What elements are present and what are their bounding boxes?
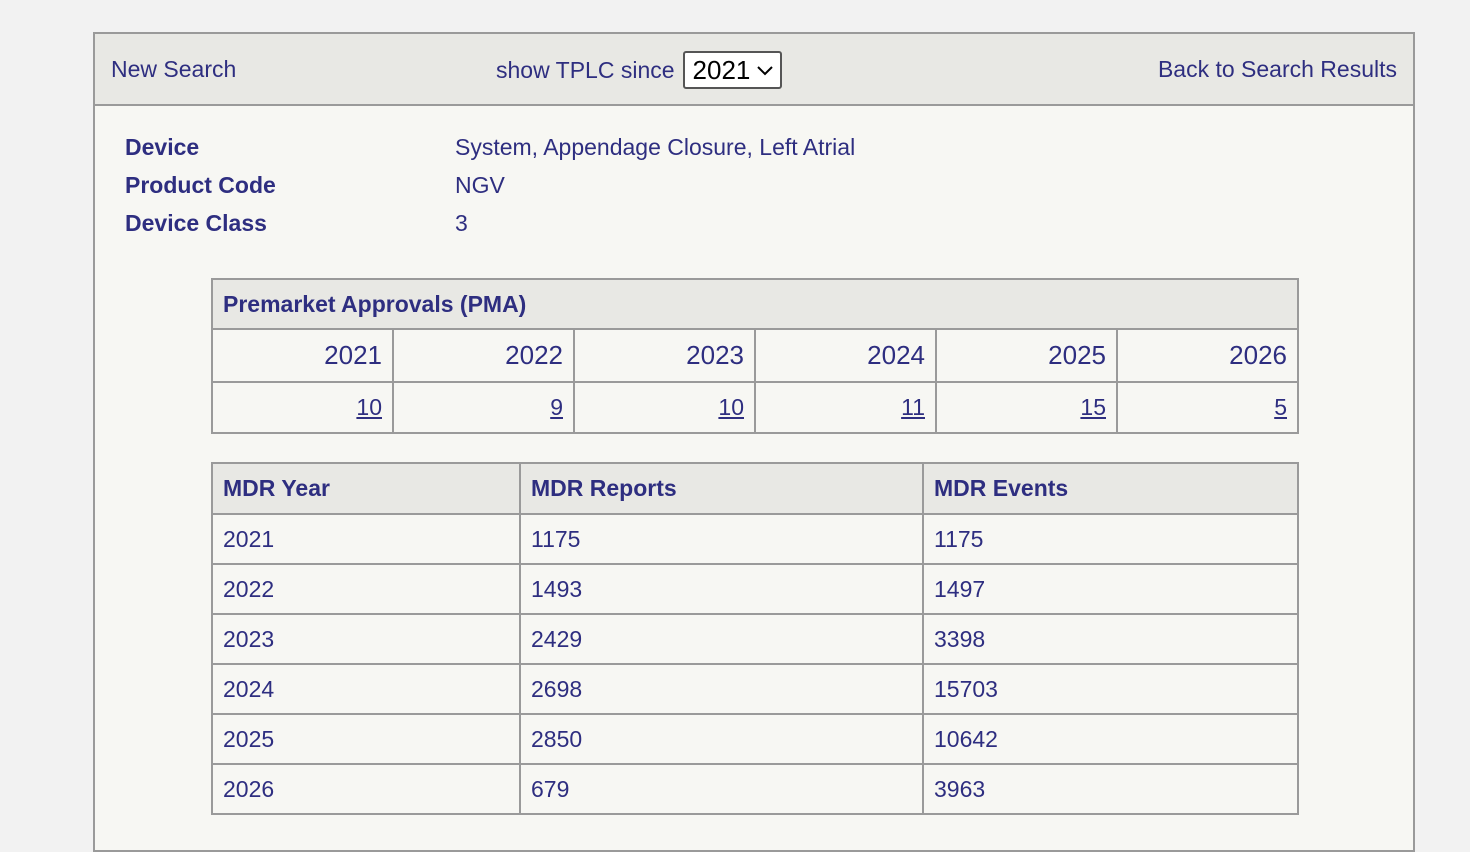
pma-year-cell: 2025: [935, 328, 1118, 383]
tplc-since-control: show TPLC since 2021: [496, 50, 783, 90]
device-class-label: Device Class: [125, 210, 267, 236]
pma-year-cell: 2024: [754, 328, 937, 383]
mdr-year-cell: 2026: [211, 763, 521, 815]
pma-year-cell: 2021: [211, 328, 394, 383]
mdr-year-cell: 2025: [211, 713, 521, 765]
mdr-reports-cell: 679: [519, 763, 924, 815]
mdr-reports-cell: 1175: [519, 513, 924, 565]
pma-count-cell: 5: [1116, 381, 1299, 434]
pma-count-link[interactable]: 11: [901, 394, 925, 420]
pma-count-cell: 10: [211, 381, 394, 434]
table-row: 2022 1493 1497: [211, 563, 1299, 615]
mdr-reports-cell: 2429: [519, 613, 924, 665]
table-row: 2026 679 3963: [211, 763, 1299, 815]
mdr-table: MDR Year MDR Reports MDR Events 2021 117…: [211, 462, 1299, 815]
mdr-year-cell: 2022: [211, 563, 521, 615]
pma-years-row: 2021 2022 2023 2024 2025 2026: [211, 328, 1299, 383]
chevron-down-icon: [757, 66, 774, 76]
pma-year-cell: 2022: [392, 328, 575, 383]
new-search-link[interactable]: New Search: [111, 56, 236, 83]
device-value: System, Appendage Closure, Left Atrial: [455, 134, 856, 160]
toolbar: New Search show TPLC since 2021 Back to …: [95, 34, 1413, 106]
tplc-label: show TPLC since: [496, 57, 675, 83]
pma-count-cell: 11: [754, 381, 937, 434]
pma-count-link[interactable]: 10: [718, 394, 744, 420]
pma-table: Premarket Approvals (PMA) 2021 2022 2023…: [211, 278, 1299, 434]
pma-year-cell: 2026: [1116, 328, 1299, 383]
device-class-value: 3: [455, 210, 468, 236]
pma-count-link[interactable]: 15: [1080, 394, 1106, 420]
pma-table-title: Premarket Approvals (PMA): [211, 278, 1299, 330]
mdr-events-cell: 15703: [922, 663, 1299, 715]
mdr-year-cell: 2021: [211, 513, 521, 565]
mdr-year-cell: 2023: [211, 613, 521, 665]
back-to-search-results-link[interactable]: Back to Search Results: [1158, 56, 1397, 83]
pma-count-cell: 9: [392, 381, 575, 434]
table-row: 2024 2698 15703: [211, 663, 1299, 715]
mdr-events-cell: 1497: [922, 563, 1299, 615]
mdr-events-cell: 1175: [922, 513, 1299, 565]
tplc-year-select[interactable]: 2021: [682, 51, 783, 89]
product-code-value: NGV: [455, 172, 505, 198]
pma-count-cell: 10: [573, 381, 756, 434]
device-label: Device: [125, 134, 200, 160]
pma-count-link[interactable]: 5: [1274, 394, 1287, 420]
mdr-reports-cell: 2698: [519, 663, 924, 715]
tplc-year-value: 2021: [692, 54, 751, 85]
table-row: 2025 2850 10642: [211, 713, 1299, 765]
mdr-year-cell: 2024: [211, 663, 521, 715]
pma-count-link[interactable]: 9: [550, 394, 563, 420]
mdr-year-header: MDR Year: [211, 462, 521, 515]
table-row: 2023 2429 3398: [211, 613, 1299, 665]
mdr-events-header: MDR Events: [922, 462, 1299, 515]
pma-count-link[interactable]: 10: [356, 394, 382, 420]
mdr-reports-header: MDR Reports: [519, 462, 924, 515]
mdr-header-row: MDR Year MDR Reports MDR Events: [211, 462, 1299, 515]
product-code-label: Product Code: [125, 172, 276, 198]
mdr-events-cell: 3963: [922, 763, 1299, 815]
table-row: 2021 1175 1175: [211, 513, 1299, 565]
mdr-reports-cell: 2850: [519, 713, 924, 765]
pma-counts-row: 10 9 10 11 15 5: [211, 381, 1299, 434]
mdr-events-cell: 10642: [922, 713, 1299, 765]
mdr-events-cell: 3398: [922, 613, 1299, 665]
pma-count-cell: 15: [935, 381, 1118, 434]
tplc-panel: New Search show TPLC since 2021 Back to …: [93, 32, 1415, 852]
mdr-reports-cell: 1493: [519, 563, 924, 615]
pma-year-cell: 2023: [573, 328, 756, 383]
